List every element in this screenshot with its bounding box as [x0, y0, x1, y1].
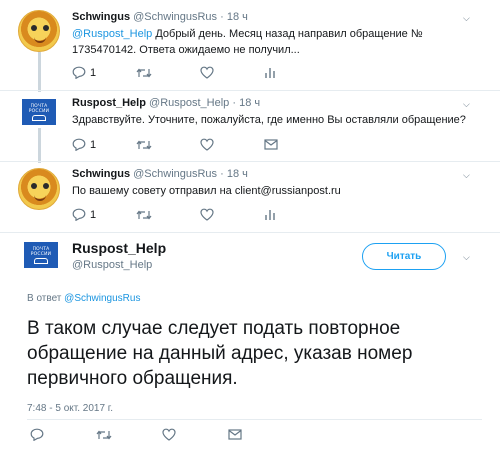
mention-link[interactable]: @Ruspost_Help	[72, 28, 152, 40]
author-handle[interactable]: @Ruspost_Help	[72, 259, 152, 271]
like-icon	[200, 138, 214, 151]
author-name[interactable]: Ruspost_Help	[72, 97, 146, 109]
reply-button[interactable]: 1	[72, 208, 136, 221]
logo-text: ПОЧТА РОССИИ	[28, 103, 50, 114]
reply-button[interactable]: 1	[72, 138, 136, 151]
retweet-button[interactable]	[136, 67, 200, 79]
chevron-down-icon[interactable]: ⌵	[463, 252, 470, 263]
tweet-actions: 1	[72, 138, 328, 151]
mail-icon	[228, 429, 242, 440]
mention-link[interactable]: @SchwingusRus	[64, 293, 140, 304]
author-name[interactable]: Schwingus	[72, 168, 130, 180]
analytics-button[interactable]	[264, 208, 328, 221]
tweet-text: @Ruspost_Help Добрый день. Месяц назад н…	[72, 28, 423, 56]
retweet-icon	[136, 68, 152, 77]
reply-button[interactable]: 1	[72, 66, 136, 79]
reply-icon	[72, 138, 86, 151]
tweet-actions: 1	[72, 66, 328, 79]
retweet-icon	[136, 210, 152, 219]
divider	[0, 232, 500, 233]
like-button[interactable]	[200, 66, 264, 79]
like-button[interactable]	[162, 428, 228, 441]
tweet-timestamp[interactable]: 7:48 - 5 окт. 2017 г.	[27, 403, 113, 414]
mail-icon	[264, 139, 278, 150]
author-name[interactable]: Ruspost_Help	[72, 240, 166, 256]
reply-button[interactable]	[30, 428, 96, 441]
tweet-actions	[30, 428, 294, 441]
reply-count: 1	[90, 208, 97, 221]
tweet-time[interactable]: · 18 ч	[220, 168, 248, 180]
retweet-button[interactable]	[136, 209, 200, 221]
tweet-header: Ruspost_Help @Ruspost_Help · 18 ч	[72, 97, 260, 109]
analytics-button[interactable]	[264, 66, 328, 79]
chevron-down-icon[interactable]: ⌵	[463, 99, 470, 110]
reply-count: 1	[90, 66, 97, 79]
retweet-icon	[136, 140, 152, 149]
thread-line	[38, 52, 41, 92]
tweet-text: По вашему совету отправил на client@russ…	[72, 185, 341, 197]
tweet-header: Schwingus @SchwingusRus · 18 ч	[72, 168, 248, 180]
author-handle[interactable]: @SchwingusRus	[133, 11, 217, 23]
tweet-time[interactable]: · 18 ч	[220, 11, 248, 23]
retweet-icon	[96, 430, 112, 439]
author-handle[interactable]: @Ruspost_Help	[149, 97, 229, 109]
reply-count: 1	[90, 138, 97, 151]
chevron-down-icon[interactable]: ⌵	[463, 13, 470, 24]
reply-context: В ответ @SchwingusRus	[27, 293, 141, 304]
divider	[27, 419, 482, 420]
retweet-button[interactable]	[136, 139, 200, 151]
message-button[interactable]	[228, 429, 294, 440]
follow-button[interactable]: Читать	[362, 243, 446, 270]
author-name[interactable]: Schwingus	[72, 11, 130, 23]
tweet-header: Schwingus @SchwingusRus · 18 ч	[72, 11, 248, 23]
tweet-time[interactable]: · 18 ч	[232, 97, 260, 109]
divider	[0, 90, 500, 91]
logo-text: ПОЧТА РОССИИ	[30, 246, 52, 257]
avatar[interactable]: ПОЧТА РОССИИ	[24, 242, 58, 268]
avatar[interactable]	[18, 10, 60, 52]
avatar[interactable]	[18, 168, 60, 210]
thread-line	[38, 128, 41, 163]
message-button[interactable]	[264, 139, 328, 150]
retweet-button[interactable]	[96, 429, 162, 441]
like-icon	[200, 208, 214, 221]
author-handle[interactable]: @SchwingusRus	[133, 168, 217, 180]
avatar[interactable]: ПОЧТА РОССИИ	[22, 99, 56, 125]
reply-icon	[30, 428, 44, 441]
like-button[interactable]	[200, 138, 264, 151]
divider	[0, 161, 500, 162]
analytics-icon	[265, 68, 275, 78]
like-icon	[200, 66, 214, 79]
reply-icon	[72, 66, 86, 79]
tweet-text: Здравствуйте. Уточните, пожалуйста, где …	[72, 114, 466, 126]
tweet-text: В таком случае следует подать повторное …	[27, 318, 413, 389]
chevron-down-icon[interactable]: ⌵	[463, 170, 470, 181]
tweet-actions: 1	[72, 208, 328, 221]
like-icon	[162, 428, 176, 441]
reply-icon	[72, 208, 86, 221]
analytics-icon	[265, 210, 275, 220]
like-button[interactable]	[200, 208, 264, 221]
